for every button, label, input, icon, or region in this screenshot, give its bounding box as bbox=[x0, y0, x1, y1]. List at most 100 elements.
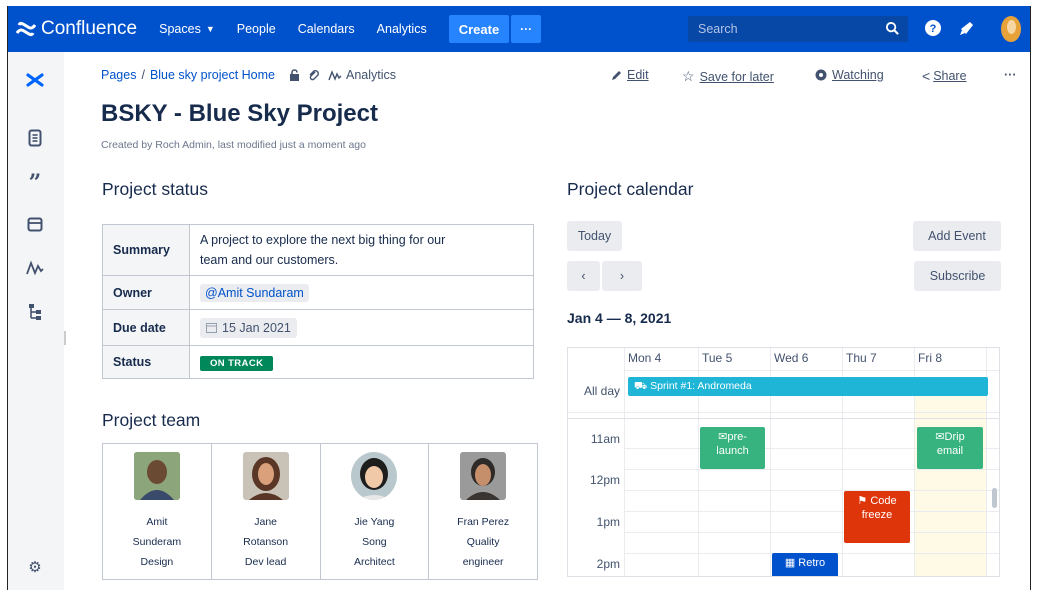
team-member: Jie Yang Song Architect bbox=[321, 444, 430, 579]
today-button[interactable]: Today bbox=[567, 221, 622, 251]
search-input[interactable]: Search bbox=[688, 16, 908, 42]
member-line-2: Song bbox=[362, 536, 387, 548]
status-key: Status bbox=[102, 345, 190, 379]
page-tree-icon[interactable] bbox=[25, 302, 45, 322]
confluence-logo[interactable]: Confluence bbox=[16, 18, 137, 40]
event-sprint[interactable]: ⛟ Sprint #1: Andromeda bbox=[628, 377, 988, 396]
due-date-text: 15 Jan 2021 bbox=[222, 320, 291, 335]
day-header: Wed 6 bbox=[774, 351, 809, 365]
add-event-button[interactable]: Add Event bbox=[913, 221, 1001, 251]
avatar bbox=[242, 452, 289, 500]
due-date-chip[interactable]: 15 Jan 2021 bbox=[200, 317, 297, 338]
event-prelaunch-line-2: launch bbox=[716, 445, 749, 457]
confluence-logo-icon bbox=[16, 21, 36, 37]
page-byline: Created by Roch Admin, last modified jus… bbox=[101, 139, 366, 151]
share-icon: < bbox=[922, 68, 931, 84]
subscribe-button[interactable]: Subscribe bbox=[914, 261, 1001, 291]
help-icon[interactable]: ? bbox=[924, 19, 942, 37]
share-action[interactable]: < Share bbox=[922, 68, 967, 84]
notifications-icon[interactable] bbox=[958, 19, 976, 37]
avatar-portrait bbox=[460, 452, 507, 500]
nav-spaces[interactable]: Spaces ▼ bbox=[159, 22, 215, 36]
member-line-1: Fran Perez bbox=[457, 516, 510, 528]
analytics-icon[interactable] bbox=[25, 258, 45, 278]
app-window: Confluence Spaces ▼ People Calendars Anal… bbox=[7, 6, 1031, 590]
envelope-icon: ✉ bbox=[718, 431, 728, 443]
avatar bbox=[351, 452, 398, 500]
owner-mention[interactable]: @Amit Sundaram bbox=[200, 283, 309, 302]
member-line-3: Design bbox=[140, 556, 174, 568]
breadcrumb-analytics[interactable]: Analytics bbox=[346, 68, 396, 82]
event-code-freeze[interactable]: ⚑ Code freeze bbox=[844, 491, 910, 543]
event-prelaunch-line-1: ✉pre- bbox=[704, 430, 761, 444]
edit-action[interactable]: Edit bbox=[611, 68, 649, 82]
table-row: Owner @Amit Sundaram bbox=[102, 275, 534, 310]
grid-line bbox=[568, 418, 999, 419]
page-icon-shape bbox=[28, 129, 42, 147]
event-prelaunch[interactable]: ✉pre- launch bbox=[700, 427, 765, 469]
nav-spaces-label: Spaces bbox=[159, 22, 201, 36]
avatar-portrait bbox=[133, 452, 180, 500]
summary-value: A project to explore the next big thing … bbox=[189, 224, 534, 276]
avatar-portrait bbox=[351, 452, 398, 500]
event-drip-email[interactable]: ✉Drip email bbox=[917, 427, 983, 469]
breadcrumb-home[interactable]: Blue sky project Home bbox=[150, 68, 275, 82]
blog-quote-icon[interactable]: ” bbox=[25, 170, 45, 196]
watching-label: Watching bbox=[832, 68, 884, 82]
table-row: Due date 15 Jan 2021 bbox=[102, 309, 534, 346]
create-button[interactable]: Create bbox=[448, 15, 510, 43]
calendar-next-button[interactable]: › bbox=[602, 261, 642, 291]
link-shape bbox=[309, 70, 319, 81]
breadcrumb-pages[interactable]: Pages bbox=[101, 68, 136, 82]
nav-calendars[interactable]: Calendars bbox=[298, 22, 355, 36]
member-line-1: Jane bbox=[254, 516, 278, 528]
event-prelaunch-text-1: pre- bbox=[727, 431, 747, 443]
user-avatar[interactable] bbox=[1001, 16, 1021, 42]
analytics-small-shape bbox=[328, 69, 342, 81]
project-status-table: Summary A project to explore the next bi… bbox=[102, 224, 534, 379]
avatar-portrait bbox=[242, 452, 289, 500]
table-row: Status ON TRACK bbox=[102, 345, 534, 379]
more-actions-button[interactable]: ··· bbox=[1004, 68, 1017, 82]
owner-value: @Amit Sundaram bbox=[189, 275, 534, 310]
confluence-home-icon[interactable] bbox=[25, 70, 45, 90]
table-row: Summary A project to explore the next bi… bbox=[102, 224, 534, 276]
pages-icon[interactable] bbox=[25, 128, 45, 148]
nav-analytics[interactable]: Analytics bbox=[377, 22, 427, 36]
calendar-prev-button[interactable]: ‹ bbox=[567, 261, 600, 291]
restrictions-lock-icon[interactable] bbox=[289, 69, 300, 81]
tree-icon-shape bbox=[29, 304, 41, 320]
eye-icon bbox=[815, 69, 827, 81]
project-status-heading: Project status bbox=[102, 179, 209, 199]
watching-action[interactable]: Watching bbox=[815, 68, 884, 82]
calendar-scrollbar[interactable] bbox=[992, 488, 997, 508]
event-drip-line-1: ✉Drip bbox=[921, 430, 979, 444]
nav-people[interactable]: People bbox=[237, 22, 276, 36]
share-label: Share bbox=[933, 69, 967, 83]
avatar bbox=[460, 452, 507, 500]
calendar-icon[interactable] bbox=[25, 214, 45, 234]
day-header: Tue 5 bbox=[702, 351, 733, 365]
event-code-line-2: freeze bbox=[861, 509, 893, 521]
sidebar-resize-handle[interactable] bbox=[64, 331, 66, 345]
attachment-link-icon[interactable] bbox=[308, 69, 320, 81]
search-icon bbox=[885, 21, 899, 35]
calendar-date-range: Jan 4 — 8, 2021 bbox=[567, 310, 672, 326]
event-drip-line-2: email bbox=[936, 445, 964, 457]
member-line-2: Sunderam bbox=[132, 536, 182, 548]
analytics-line-icon bbox=[26, 260, 44, 276]
save-for-later-action[interactable]: ☆ Save for later bbox=[682, 68, 774, 85]
due-date-value: 15 Jan 2021 bbox=[189, 309, 534, 346]
owner-key: Owner bbox=[102, 275, 190, 310]
due-date-key: Due date bbox=[102, 309, 190, 346]
summary-line-2: team and our customers. bbox=[200, 253, 339, 267]
all-day-label: All day bbox=[583, 384, 620, 398]
event-retro[interactable]: ▦ Retro bbox=[772, 553, 838, 576]
member-line-2: Rotanson bbox=[243, 536, 289, 548]
event-code-text-1: Code bbox=[870, 495, 897, 507]
day-header: Mon 4 bbox=[628, 351, 662, 365]
settings-gear-icon[interactable]: ⚙ bbox=[25, 557, 45, 577]
create-more-button[interactable]: ··· bbox=[511, 15, 542, 43]
analytics-small-icon[interactable] bbox=[328, 69, 342, 81]
svg-text:?: ? bbox=[930, 23, 937, 35]
